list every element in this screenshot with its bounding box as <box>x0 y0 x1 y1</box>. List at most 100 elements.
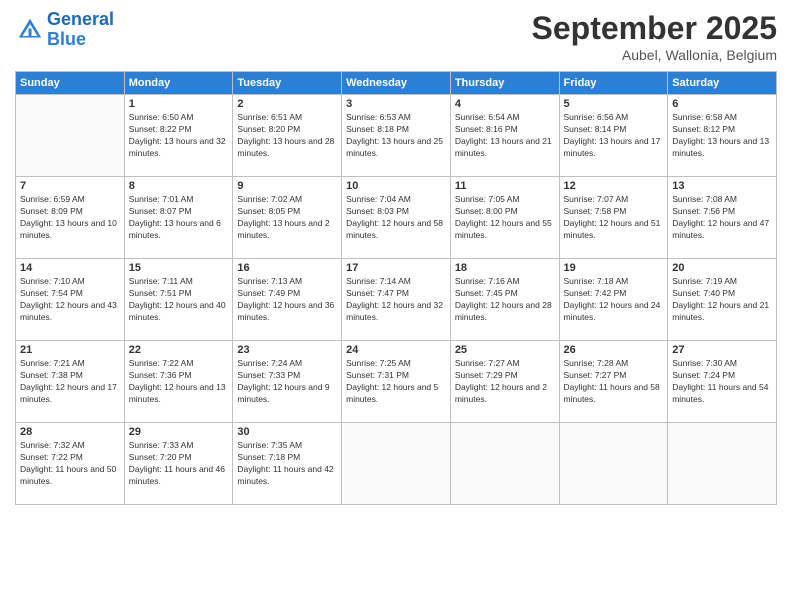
day-num-1-3: 10 <box>346 180 446 192</box>
day-info-0-1: Sunrise: 6:50 AMSunset: 8:22 PMDaylight:… <box>129 112 229 160</box>
day-num-2-0: 14 <box>20 262 120 274</box>
title-area: September 2025 Aubel, Wallonia, Belgium <box>532 10 777 63</box>
cell-4-0: 28Sunrise: 7:32 AMSunset: 7:22 PMDayligh… <box>16 423 125 505</box>
header-thursday: Thursday <box>450 72 559 95</box>
cell-3-2: 23 Sunrise: 7:24 AMSunset: 7:33 PMDayligh… <box>233 341 342 423</box>
day-info-1-2: Sunrise: 7:02 AMSunset: 8:05 PMDaylight:… <box>237 194 337 242</box>
day-num-3-3: 24 <box>346 344 446 356</box>
day-num-4-2: 30 <box>237 426 337 438</box>
weekday-header-row: Sunday Monday Tuesday Wednesday Thursday… <box>16 72 777 95</box>
cell-2-4: 18 Sunrise: 7:16 AMSunset: 7:45 PMDayligh… <box>450 259 559 341</box>
cell-1-3: 10 Sunrise: 7:04 AMSunset: 8:03 PMDayligh… <box>342 177 451 259</box>
day-num-0-2: 2 <box>237 98 337 110</box>
cell-4-5 <box>559 423 668 505</box>
day-num-1-2: 9 <box>237 180 337 192</box>
day-num-0-4: 4 <box>455 98 555 110</box>
day-num-3-2: 23 <box>237 344 337 356</box>
day-info-1-6: Sunrise: 7:08 AMSunset: 7:56 PMDaylight:… <box>672 194 772 242</box>
cell-0-6: 6 Sunrise: 6:58 AMSunset: 8:12 PMDaylight… <box>668 95 777 177</box>
day-info-2-2: Sunrise: 7:13 AMSunset: 7:49 PMDaylight:… <box>237 276 337 324</box>
day-num-3-0: 21 <box>20 344 120 356</box>
header-sunday: Sunday <box>16 72 125 95</box>
day-num-0-3: 3 <box>346 98 446 110</box>
day-info-2-4: Sunrise: 7:16 AMSunset: 7:45 PMDaylight:… <box>455 276 555 324</box>
cell-0-3: 3Sunrise: 6:53 AMSunset: 8:18 PMDaylight… <box>342 95 451 177</box>
week-row-0: 1 Sunrise: 6:50 AMSunset: 8:22 PMDaylight… <box>16 95 777 177</box>
header-saturday: Saturday <box>668 72 777 95</box>
day-info-3-2: Sunrise: 7:24 AMSunset: 7:33 PMDaylight:… <box>237 358 337 406</box>
day-num-2-2: 16 <box>237 262 337 274</box>
header-monday: Monday <box>124 72 233 95</box>
cell-4-2: 30Sunrise: 7:35 AMSunset: 7:18 PMDayligh… <box>233 423 342 505</box>
cell-1-2: 9 Sunrise: 7:02 AMSunset: 8:05 PMDaylight… <box>233 177 342 259</box>
cell-0-0 <box>16 95 125 177</box>
day-num-1-6: 13 <box>672 180 772 192</box>
day-info-3-4: Sunrise: 7:27 AMSunset: 7:29 PMDaylight:… <box>455 358 555 406</box>
day-num-4-0: 28 <box>20 426 120 438</box>
day-info-3-3: Sunrise: 7:25 AMSunset: 7:31 PMDaylight:… <box>346 358 446 406</box>
day-num-4-1: 29 <box>129 426 229 438</box>
cell-0-5: 5 Sunrise: 6:56 AMSunset: 8:14 PMDaylight… <box>559 95 668 177</box>
day-info-0-4: Sunrise: 6:54 AMSunset: 8:16 PMDaylight:… <box>455 112 555 160</box>
day-num-0-6: 6 <box>672 98 772 110</box>
logo-line2: Blue <box>47 29 86 49</box>
cell-4-4 <box>450 423 559 505</box>
day-info-0-6: Sunrise: 6:58 AMSunset: 8:12 PMDaylight:… <box>672 112 772 160</box>
calendar-body: 1 Sunrise: 6:50 AMSunset: 8:22 PMDaylight… <box>16 95 777 505</box>
week-row-4: 28Sunrise: 7:32 AMSunset: 7:22 PMDayligh… <box>16 423 777 505</box>
day-info-3-1: Sunrise: 7:22 AMSunset: 7:36 PMDaylight:… <box>129 358 229 406</box>
day-num-3-4: 25 <box>455 344 555 356</box>
cell-2-5: 19Sunrise: 7:18 AMSunset: 7:42 PMDayligh… <box>559 259 668 341</box>
day-num-0-5: 5 <box>564 98 664 110</box>
day-info-1-0: Sunrise: 6:59 AMSunset: 8:09 PMDaylight:… <box>20 194 120 242</box>
day-info-0-5: Sunrise: 6:56 AMSunset: 8:14 PMDaylight:… <box>564 112 664 160</box>
header: General Blue September 2025 Aubel, Wallo… <box>15 10 777 63</box>
cell-2-3: 17 Sunrise: 7:14 AMSunset: 7:47 PMDayligh… <box>342 259 451 341</box>
logo: General Blue <box>15 10 114 50</box>
day-info-1-4: Sunrise: 7:05 AMSunset: 8:00 PMDaylight:… <box>455 194 555 242</box>
day-info-3-5: Sunrise: 7:28 AMSunset: 7:27 PMDaylight:… <box>564 358 664 406</box>
day-num-3-6: 27 <box>672 344 772 356</box>
cell-2-2: 16 Sunrise: 7:13 AMSunset: 7:49 PMDayligh… <box>233 259 342 341</box>
day-info-1-1: Sunrise: 7:01 AMSunset: 8:07 PMDaylight:… <box>129 194 229 242</box>
day-info-2-0: Sunrise: 7:10 AMSunset: 7:54 PMDaylight:… <box>20 276 120 324</box>
logo-line1: General <box>47 9 114 29</box>
day-num-2-4: 18 <box>455 262 555 274</box>
cell-1-1: 8Sunrise: 7:01 AMSunset: 8:07 PMDaylight… <box>124 177 233 259</box>
day-num-2-3: 17 <box>346 262 446 274</box>
cell-2-1: 15Sunrise: 7:11 AMSunset: 7:51 PMDayligh… <box>124 259 233 341</box>
day-num-3-5: 26 <box>564 344 664 356</box>
month-title: September 2025 <box>532 10 777 47</box>
cell-4-3 <box>342 423 451 505</box>
cell-2-6: 20Sunrise: 7:19 AMSunset: 7:40 PMDayligh… <box>668 259 777 341</box>
day-info-2-3: Sunrise: 7:14 AMSunset: 7:47 PMDaylight:… <box>346 276 446 324</box>
day-num-0-1: 1 <box>129 98 229 110</box>
cell-4-1: 29Sunrise: 7:33 AMSunset: 7:20 PMDayligh… <box>124 423 233 505</box>
cell-4-6 <box>668 423 777 505</box>
day-info-1-5: Sunrise: 7:07 AMSunset: 7:58 PMDaylight:… <box>564 194 664 242</box>
week-row-3: 21Sunrise: 7:21 AMSunset: 7:38 PMDayligh… <box>16 341 777 423</box>
cell-1-4: 11 Sunrise: 7:05 AMSunset: 8:00 PMDayligh… <box>450 177 559 259</box>
cell-3-6: 27 Sunrise: 7:30 AMSunset: 7:24 PMDayligh… <box>668 341 777 423</box>
day-num-1-0: 7 <box>20 180 120 192</box>
cell-3-5: 26 Sunrise: 7:28 AMSunset: 7:27 PMDayligh… <box>559 341 668 423</box>
logo-icon <box>15 15 45 45</box>
day-info-3-6: Sunrise: 7:30 AMSunset: 7:24 PMDaylight:… <box>672 358 772 406</box>
day-info-1-3: Sunrise: 7:04 AMSunset: 8:03 PMDaylight:… <box>346 194 446 242</box>
day-info-0-2: Sunrise: 6:51 AMSunset: 8:20 PMDaylight:… <box>237 112 337 160</box>
week-row-2: 14 Sunrise: 7:10 AMSunset: 7:54 PMDayligh… <box>16 259 777 341</box>
cell-3-4: 25 Sunrise: 7:27 AMSunset: 7:29 PMDayligh… <box>450 341 559 423</box>
day-num-2-6: 20 <box>672 262 772 274</box>
cell-3-0: 21Sunrise: 7:21 AMSunset: 7:38 PMDayligh… <box>16 341 125 423</box>
cell-3-3: 24 Sunrise: 7:25 AMSunset: 7:31 PMDayligh… <box>342 341 451 423</box>
day-num-3-1: 22 <box>129 344 229 356</box>
header-wednesday: Wednesday <box>342 72 451 95</box>
location: Aubel, Wallonia, Belgium <box>532 47 777 63</box>
cell-0-1: 1 Sunrise: 6:50 AMSunset: 8:22 PMDaylight… <box>124 95 233 177</box>
day-info-2-5: Sunrise: 7:18 AMSunset: 7:42 PMDaylight:… <box>564 276 664 324</box>
day-num-2-1: 15 <box>129 262 229 274</box>
header-friday: Friday <box>559 72 668 95</box>
cell-3-1: 22 Sunrise: 7:22 AMSunset: 7:36 PMDayligh… <box>124 341 233 423</box>
day-num-1-4: 11 <box>455 180 555 192</box>
calendar-table: Sunday Monday Tuesday Wednesday Thursday… <box>15 71 777 505</box>
